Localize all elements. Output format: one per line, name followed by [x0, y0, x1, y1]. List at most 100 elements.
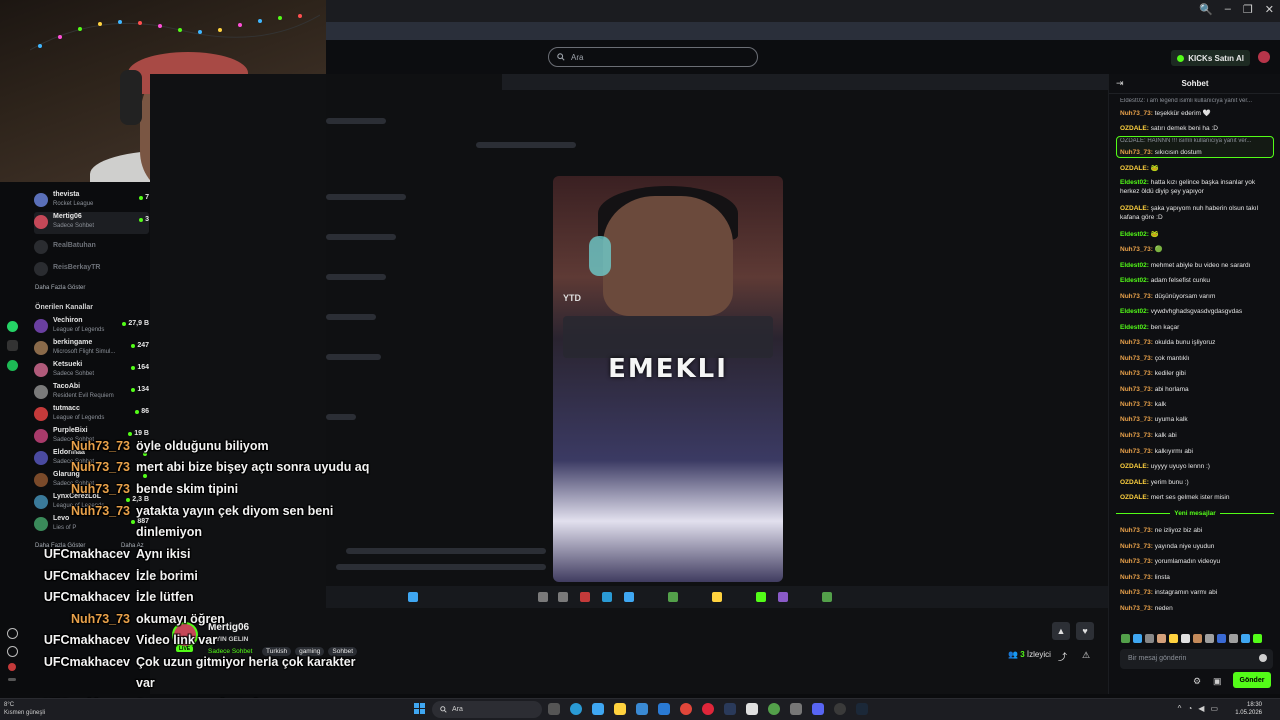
emote-icon[interactable] — [1145, 634, 1154, 643]
emote-icon[interactable] — [1229, 634, 1238, 643]
chat-username[interactable]: Eldest02 — [1120, 231, 1147, 238]
show-more-link[interactable]: Daha Fazla Göster — [35, 285, 85, 291]
search-input[interactable]: Ara — [548, 47, 758, 67]
chat-message[interactable]: Eldest02: ben kaçar — [1120, 323, 1276, 332]
chat-message[interactable]: Eldest02: adam felsefist cunku — [1120, 276, 1276, 285]
steam-icon[interactable] — [856, 703, 868, 715]
chat-username[interactable]: Nuh73_73 — [1120, 246, 1151, 253]
chat-message[interactable]: Nuh73_73: uyuma kalk — [1120, 415, 1276, 424]
chat-username[interactable]: Nuh73_73 — [1120, 432, 1151, 439]
discord-icon[interactable] — [812, 703, 824, 715]
chat-message[interactable]: OZDALE: şaka yapıyom nuh haberin olsun t… — [1120, 204, 1276, 222]
emote-icon[interactable] — [1253, 634, 1262, 643]
chat-username[interactable]: Nuh73_73 — [1120, 386, 1151, 393]
sidebar-item-recommended[interactable]: berkingame Microsoft Flight Simul... 247 — [34, 338, 149, 360]
edge-icon[interactable] — [570, 703, 582, 715]
chat-username[interactable]: Nuh73_73 — [1120, 370, 1151, 377]
chat-username[interactable]: OZDALE — [1120, 479, 1147, 486]
notification-bell-button[interactable]: ▲ — [1052, 622, 1070, 640]
wifi-icon[interactable]: ◔ — [1187, 704, 1192, 713]
emote-icon[interactable] — [1241, 634, 1250, 643]
chat-message[interactable]: Nuh73_73: teşekkür ederim 🤍 — [1120, 109, 1276, 118]
chat-message[interactable]: Nuh73_73: kalk — [1120, 400, 1276, 409]
chat-message[interactable]: OZDALE: satırı demek beni ha :D — [1120, 124, 1276, 133]
chat-message[interactable]: Nuh73_73: kalkıyırmı abi — [1120, 447, 1276, 456]
chat-username[interactable]: Eldest02 — [1120, 324, 1147, 331]
sidebar-item-mertig06[interactable]: Mertig06 Sadece Sohbet 3 — [34, 212, 149, 234]
copilot-icon[interactable] — [592, 703, 604, 715]
chat-username[interactable]: Nuh73_73 — [1120, 589, 1151, 596]
obs-icon[interactable] — [834, 703, 846, 715]
chat-message[interactable]: Nuh73_73: neden — [1120, 604, 1276, 613]
sidebar-item-recommended[interactable]: TacoAbi Resident Evil Requiem 134 — [34, 382, 149, 404]
chat-username[interactable]: Eldest02 — [1120, 262, 1147, 269]
chat-message[interactable]: Nuh73_73: yorumlamadın videoyu — [1120, 557, 1276, 566]
chat-message[interactable]: Nuh73_73: düşünüyorsam varım — [1120, 292, 1276, 301]
volume-icon[interactable]: ◀ — [1198, 704, 1204, 713]
chat-message[interactable]: Nuh73_73: instagramın varmı abi — [1120, 588, 1276, 597]
chat-message-input[interactable]: Bir mesaj gönderin — [1120, 649, 1273, 669]
photos-icon[interactable] — [636, 703, 648, 715]
close-button[interactable]: ✕ — [1265, 3, 1274, 16]
send-button[interactable]: Gönder — [1233, 672, 1271, 688]
sidebar-item-recommended[interactable]: Ketsueki Sadece Sohbet 164 — [34, 360, 149, 382]
opera-gx-icon[interactable] — [702, 703, 714, 715]
maximize-button[interactable]: ❐ — [1243, 3, 1253, 16]
sidebar-item-reisberkaytr[interactable]: ReisBerkayTR — [34, 259, 149, 281]
chevron-up-icon[interactable]: ^ — [1178, 704, 1182, 713]
whatsapp-icon[interactable] — [7, 321, 18, 332]
emote-icon[interactable] — [1157, 634, 1166, 643]
chat-username[interactable]: Nuh73_73 — [1120, 149, 1151, 156]
sidebar-item-recommended[interactable]: tutmacc League of Legends 86 — [34, 404, 149, 426]
settings-gear-icon[interactable]: ⚙ — [1193, 676, 1201, 687]
kicks-buy-button[interactable]: KICKs Satın Al — [1171, 50, 1250, 66]
chat-message[interactable]: Nuh73_73: yayında niye uyudun — [1120, 542, 1276, 551]
chat-username[interactable]: Nuh73_73 — [1120, 416, 1151, 423]
chat-username[interactable]: Nuh73_73 — [1120, 355, 1151, 362]
chat-username[interactable]: Nuh73_73 — [1120, 605, 1151, 612]
chat-message[interactable]: Eldest02: 🐸 — [1120, 230, 1276, 239]
x-twitter-icon[interactable] — [7, 340, 18, 351]
windows-start-icon[interactable] — [414, 703, 426, 715]
emote-icon[interactable] — [1133, 634, 1142, 643]
chat-message[interactable]: Nuh73_73: sıkıcısın dostum — [1120, 148, 1276, 157]
spotify-icon[interactable] — [7, 360, 18, 371]
chrome-icon[interactable] — [680, 703, 692, 715]
chat-message[interactable]: Nuh73_73: linsta — [1120, 573, 1276, 582]
taskbar-search[interactable]: Ara — [432, 701, 542, 718]
chat-message[interactable]: Nuh73_73: ne izliyoz biz abi — [1120, 526, 1276, 535]
chat-message[interactable]: Nuh73_73: okulda bunu işliyoruz — [1120, 338, 1276, 347]
chat-username[interactable]: OZDALE — [1120, 463, 1147, 470]
chat-tools-icon[interactable]: ▣ — [1213, 676, 1222, 687]
menu-icon[interactable] — [8, 678, 16, 681]
chat-username[interactable]: OZDALE — [1120, 205, 1147, 212]
chat-username[interactable]: Nuh73_73 — [1120, 558, 1151, 565]
chat-username[interactable]: Nuh73_73 — [1120, 448, 1151, 455]
chat-message[interactable]: OZDALE: yerim bunu :) — [1120, 478, 1276, 487]
chat-username[interactable]: OZDALE — [1120, 494, 1147, 501]
chat-username[interactable]: Nuh73_73 — [1120, 110, 1151, 117]
chat-username[interactable]: Nuh73_73 — [1120, 293, 1151, 300]
taskbar-clock[interactable]: 18:30 1.05.2026 — [1235, 701, 1262, 717]
chat-username[interactable]: Eldest02 — [1120, 277, 1147, 284]
chat-username[interactable]: Nuh73_73 — [1120, 401, 1151, 408]
emote-icon[interactable] — [1193, 634, 1202, 643]
emoji-picker-icon[interactable] — [1259, 654, 1267, 662]
chat-username[interactable]: Nuh73_73 — [1120, 339, 1151, 346]
share-icon[interactable]: ⤴ — [1058, 650, 1067, 663]
chat-message[interactable]: Nuh73_73: kediler gibi — [1120, 369, 1276, 378]
chat-username[interactable]: Nuh73_73 — [1120, 527, 1151, 534]
battery-icon[interactable]: ▭ — [1210, 704, 1218, 713]
sidebar-item-thevista[interactable]: thevista Rocket League 7 — [34, 190, 149, 212]
emote-icon[interactable] — [1181, 634, 1190, 643]
chat-username[interactable]: Nuh73_73 — [1120, 574, 1151, 581]
chat-message[interactable]: OZDALE: mert ses gelmek ister misin — [1120, 493, 1276, 502]
minimize-button[interactable]: – — [1225, 3, 1231, 16]
chat-username[interactable]: OZDALE — [1120, 165, 1147, 172]
chat-message[interactable]: OZDALE: uyyyy uyuyo lennn :) — [1120, 462, 1276, 471]
chat-message[interactable]: Eldest02: mehmet abiyle bu video ne sara… — [1120, 261, 1276, 270]
chat-username[interactable]: Eldest02 — [1120, 308, 1147, 315]
chat-message[interactable]: Eldest02: hatta kızı gelince başka insan… — [1120, 178, 1276, 196]
report-icon[interactable]: ⚠ — [1082, 650, 1090, 661]
follow-heart-button[interactable]: ♥ — [1076, 622, 1094, 640]
